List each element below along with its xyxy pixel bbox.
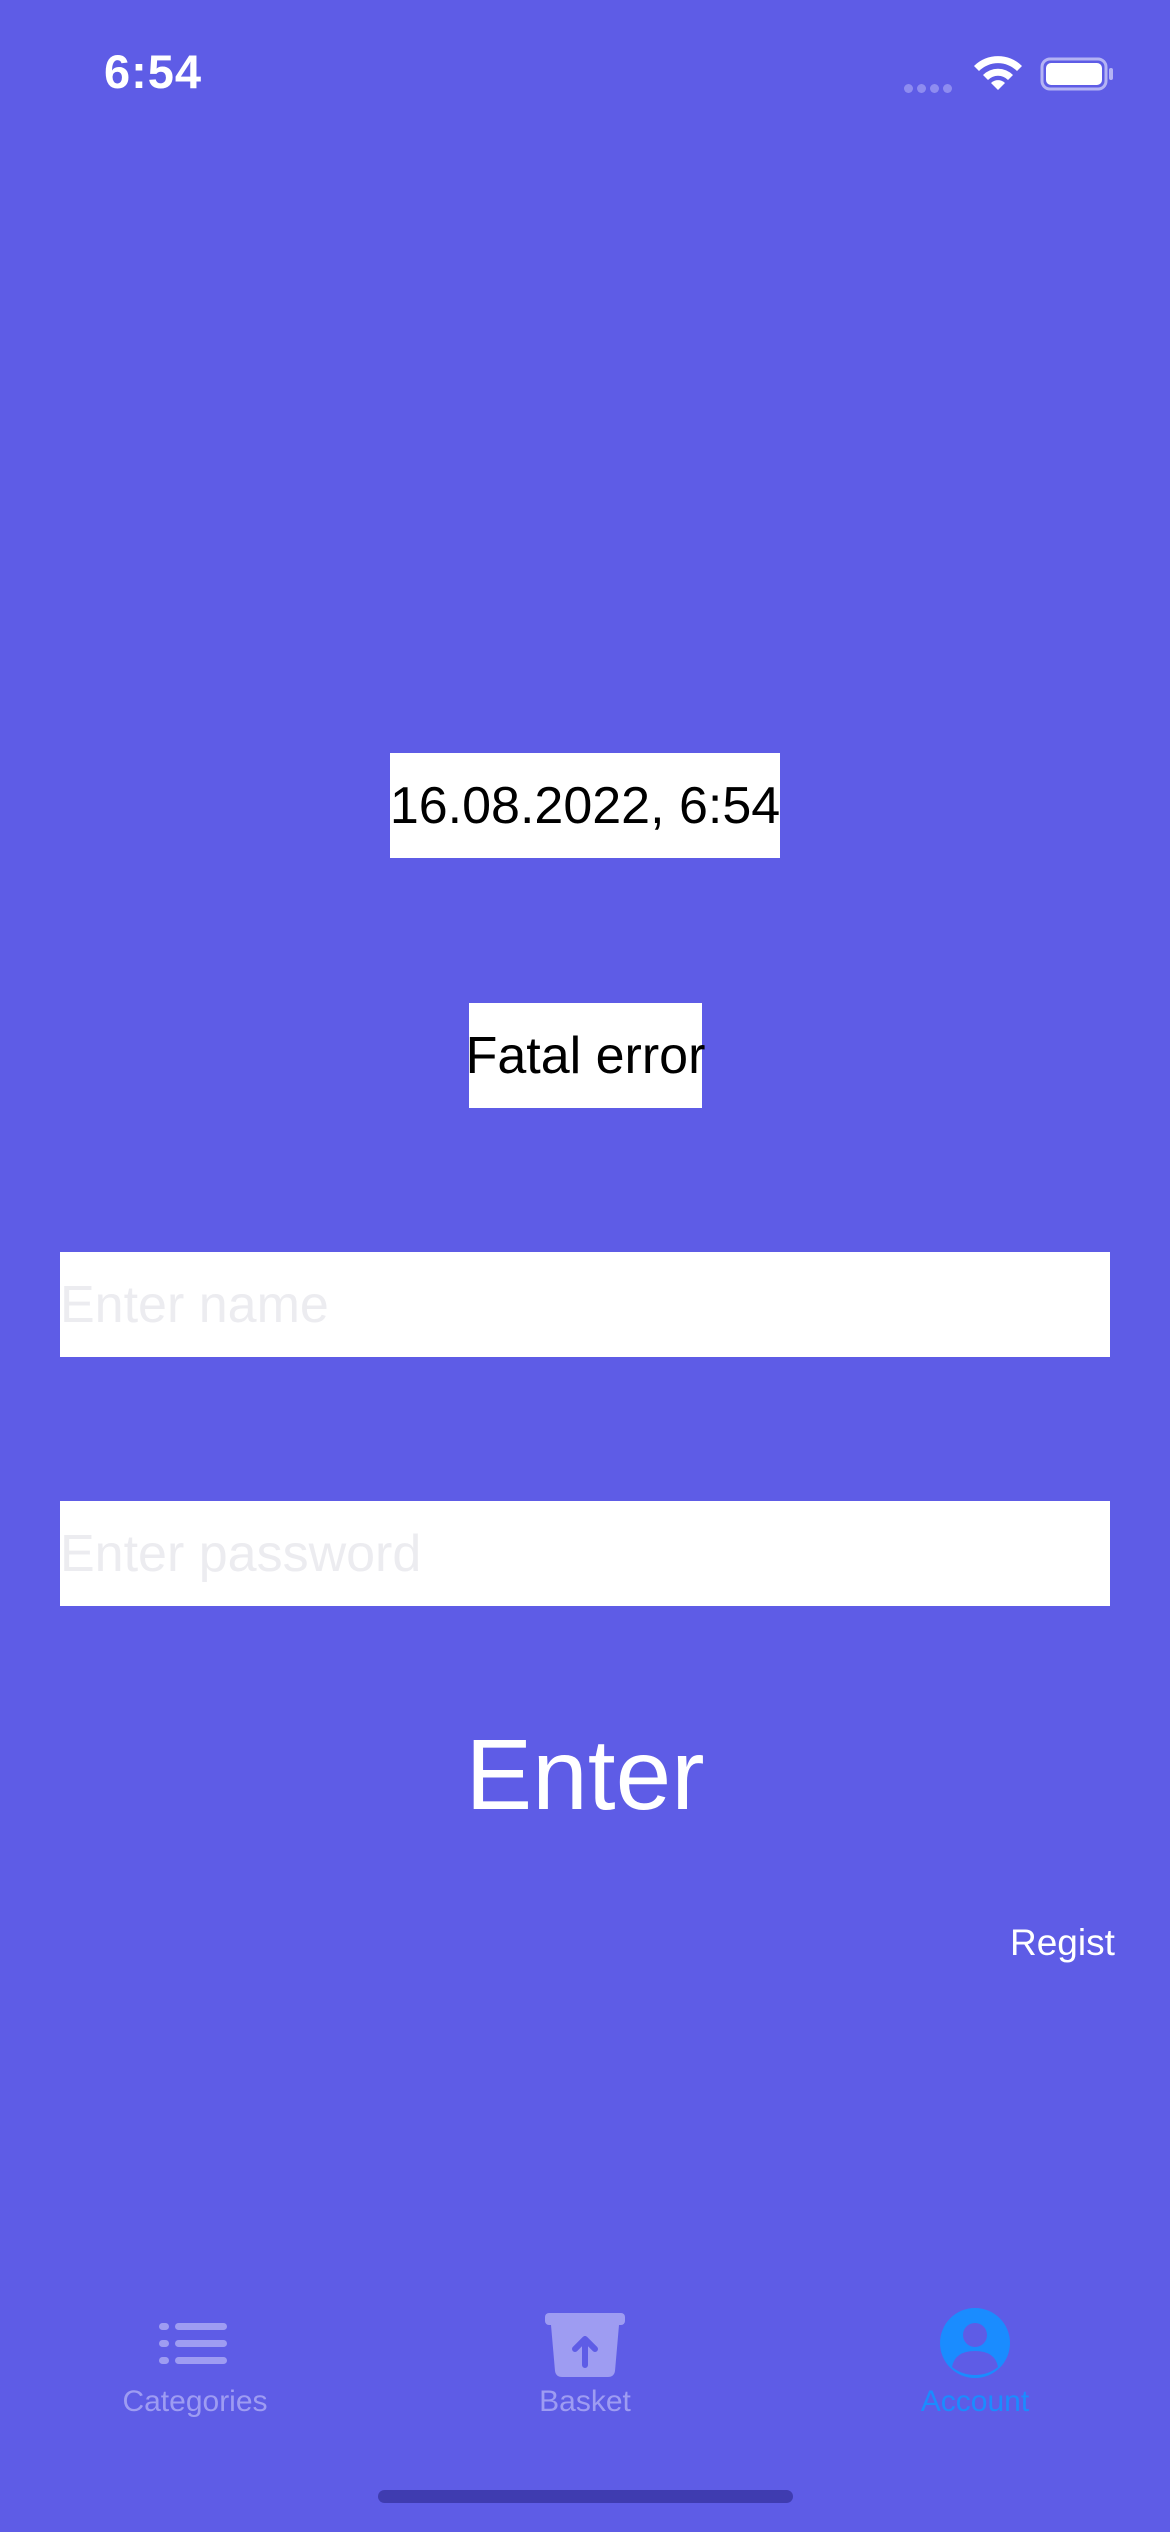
enter-button[interactable]: Enter bbox=[385, 1705, 785, 1845]
list-icon bbox=[159, 2323, 227, 2364]
tab-basket-label: Basket bbox=[539, 2385, 631, 2418]
tab-account[interactable]: Account bbox=[780, 2275, 1170, 2435]
date-time-label: 16.08.2022, 6:54 bbox=[390, 753, 780, 858]
basket-icon bbox=[545, 2313, 625, 2377]
status-time: 6:54 bbox=[104, 45, 203, 98]
home-indicator[interactable] bbox=[378, 2490, 793, 2503]
tab-basket[interactable]: Basket bbox=[390, 2275, 780, 2435]
password-input[interactable] bbox=[60, 1501, 1110, 1606]
tab-bar: Categories Basket Account bbox=[0, 2275, 1170, 2435]
person-icon bbox=[940, 2308, 1010, 2378]
name-input[interactable] bbox=[60, 1252, 1110, 1357]
tab-account-label: Account bbox=[920, 2385, 1030, 2418]
status-bar: 6:54 bbox=[0, 0, 1170, 150]
tab-categories[interactable]: Categories bbox=[0, 2275, 390, 2435]
wifi-icon bbox=[974, 56, 1022, 90]
tab-categories-label: Categories bbox=[122, 2385, 268, 2418]
battery-icon bbox=[1040, 57, 1113, 91]
error-message: Fatal error bbox=[466, 1003, 705, 1108]
register-link[interactable]: Regist bbox=[1010, 1922, 1170, 1974]
cellular-signal-icon bbox=[904, 80, 956, 93]
